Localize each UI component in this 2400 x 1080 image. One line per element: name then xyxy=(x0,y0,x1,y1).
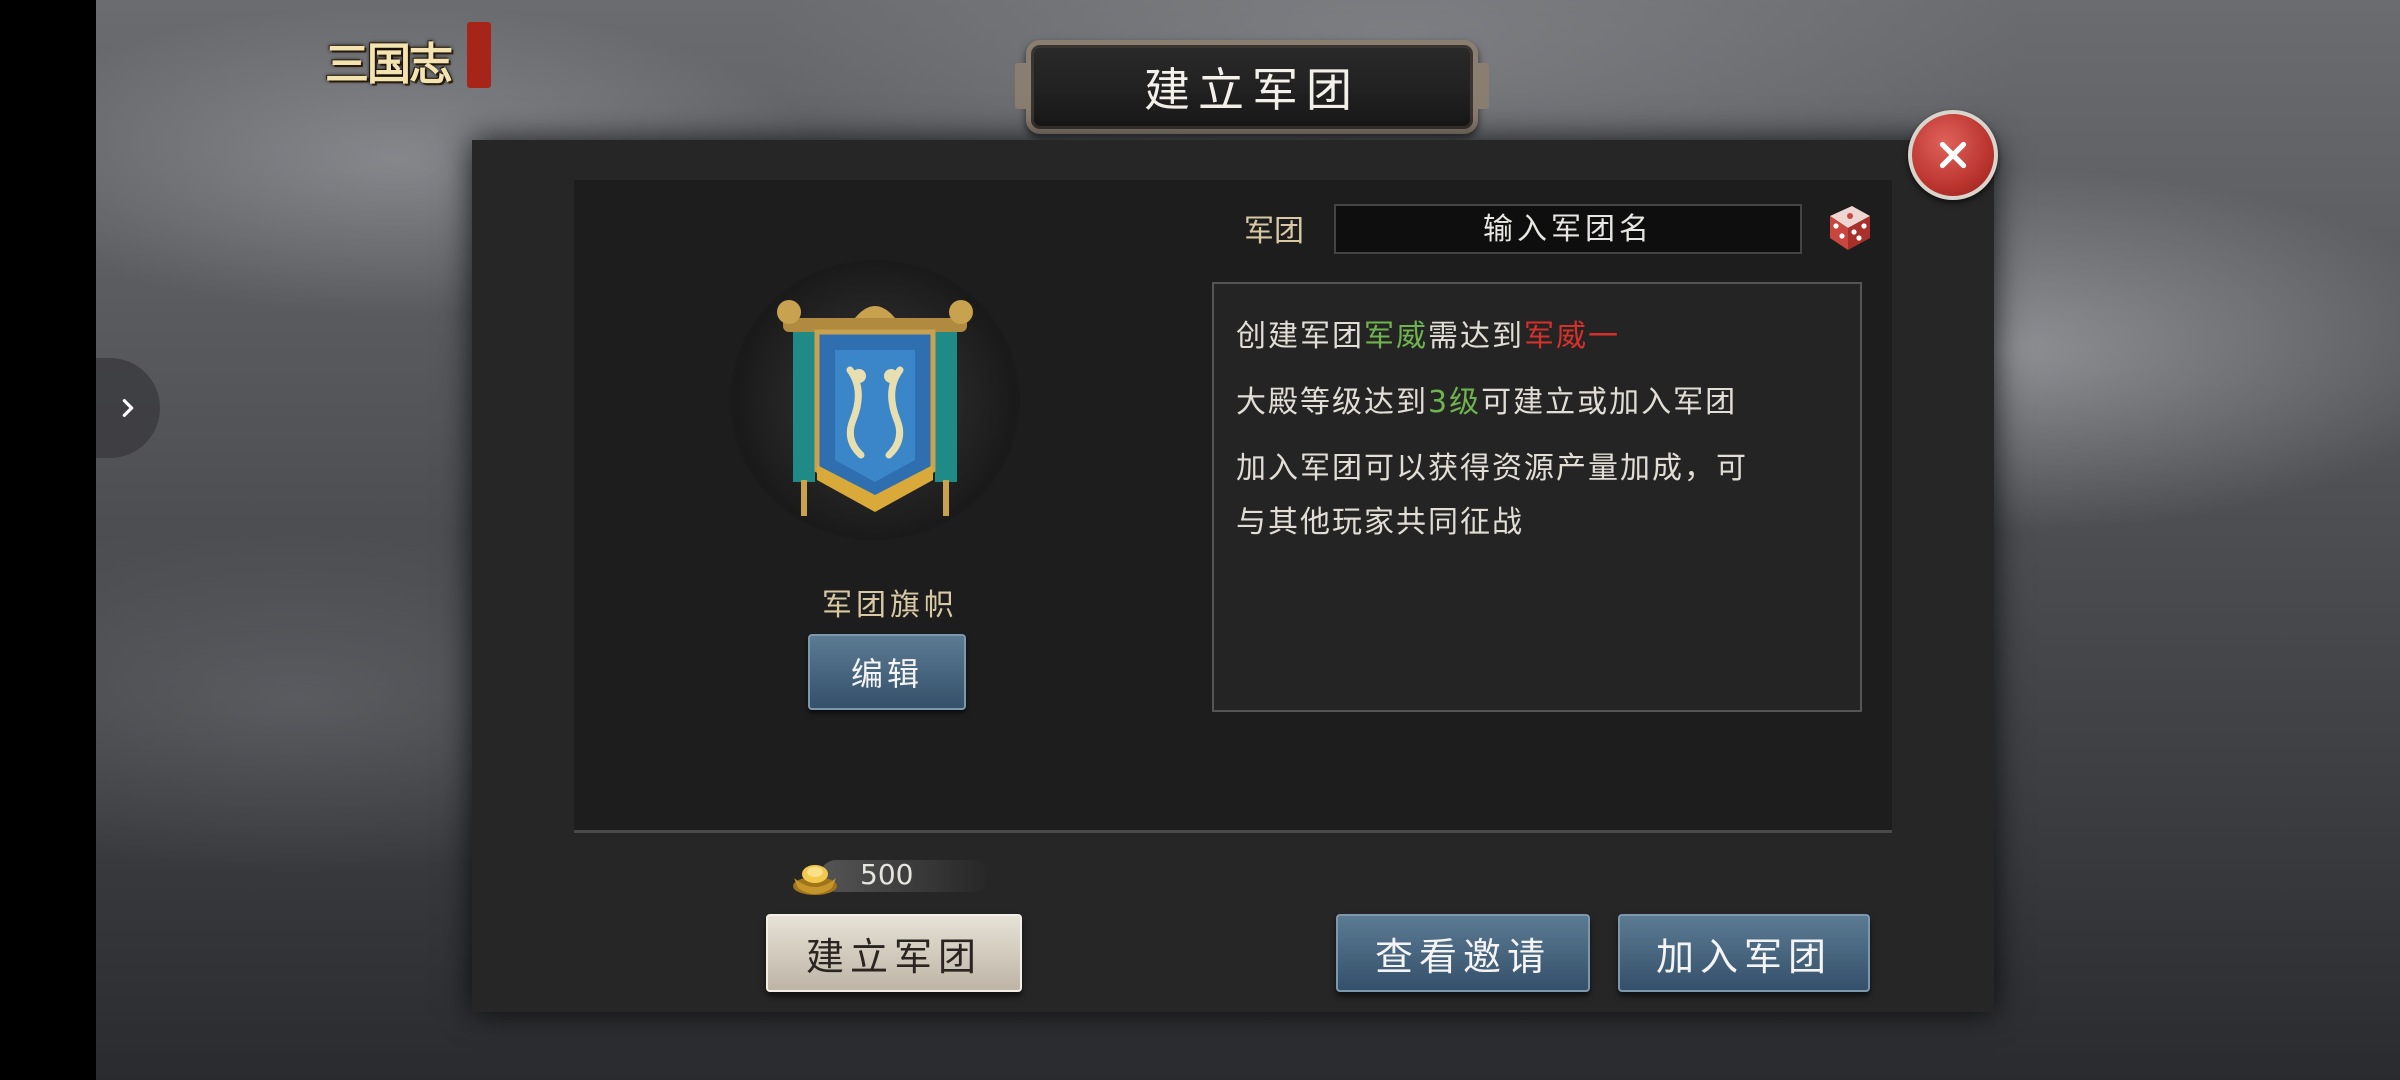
cost-value: 500 xyxy=(860,858,914,891)
line2-prefix: 大殿等级达到 xyxy=(1236,385,1428,420)
legion-name-label: 军团 xyxy=(1244,214,1304,249)
requirement-line-1: 创建军团军威需达到军威一 xyxy=(1236,310,1838,364)
dice-icon xyxy=(1830,206,1870,250)
banner-label: 军团旗帜 xyxy=(822,588,958,623)
close-button[interactable] xyxy=(1908,110,1998,200)
line1-prefix: 创建军团 xyxy=(1236,319,1364,354)
page-title: 建立军团 xyxy=(1144,63,1360,117)
view-invites-button[interactable]: 查看邀请 xyxy=(1336,914,1590,992)
requirements-box: 创建军团军威需达到军威一 大殿等级达到3级可建立或加入军团 加入军团可以获得资源… xyxy=(1212,282,1862,712)
creation-cost: 500 xyxy=(790,852,990,898)
banner-icon xyxy=(777,300,973,516)
create-legion-button[interactable]: 建立军团 xyxy=(766,914,1022,992)
requirement-line-3b: 与其他玩家共同征战 xyxy=(1236,505,1524,540)
close-icon xyxy=(1939,141,1967,169)
line2-highlight-level: 3级 xyxy=(1428,385,1482,420)
logo-text: 三国志 xyxy=(325,39,453,90)
requirement-line-3a: 加入军团可以获得资源产量加成，可 xyxy=(1236,451,1748,486)
join-legion-button[interactable]: 加入军团 xyxy=(1618,914,1870,992)
title-plate: 建立军团 xyxy=(1015,40,1489,134)
line1-middle: 需达到 xyxy=(1428,319,1524,354)
line1-highlight-military: 军威 xyxy=(1364,319,1428,354)
letterbox xyxy=(0,0,96,1080)
edit-banner-button[interactable]: 编辑 xyxy=(808,634,966,710)
gold-ingot-icon xyxy=(793,865,837,895)
legion-name-input[interactable] xyxy=(1334,204,1802,254)
line1-highlight-rank: 军威一 xyxy=(1524,319,1620,354)
legion-banner xyxy=(720,250,1030,550)
logo-seal xyxy=(467,22,491,88)
chevron-right-icon xyxy=(122,399,134,417)
requirement-line-2: 大殿等级达到3级可建立或加入军团 xyxy=(1236,376,1838,430)
random-name-button[interactable] xyxy=(1822,200,1876,254)
game-logo: 三国志 xyxy=(325,20,495,90)
line2-suffix: 可建立或加入军团 xyxy=(1481,385,1738,420)
